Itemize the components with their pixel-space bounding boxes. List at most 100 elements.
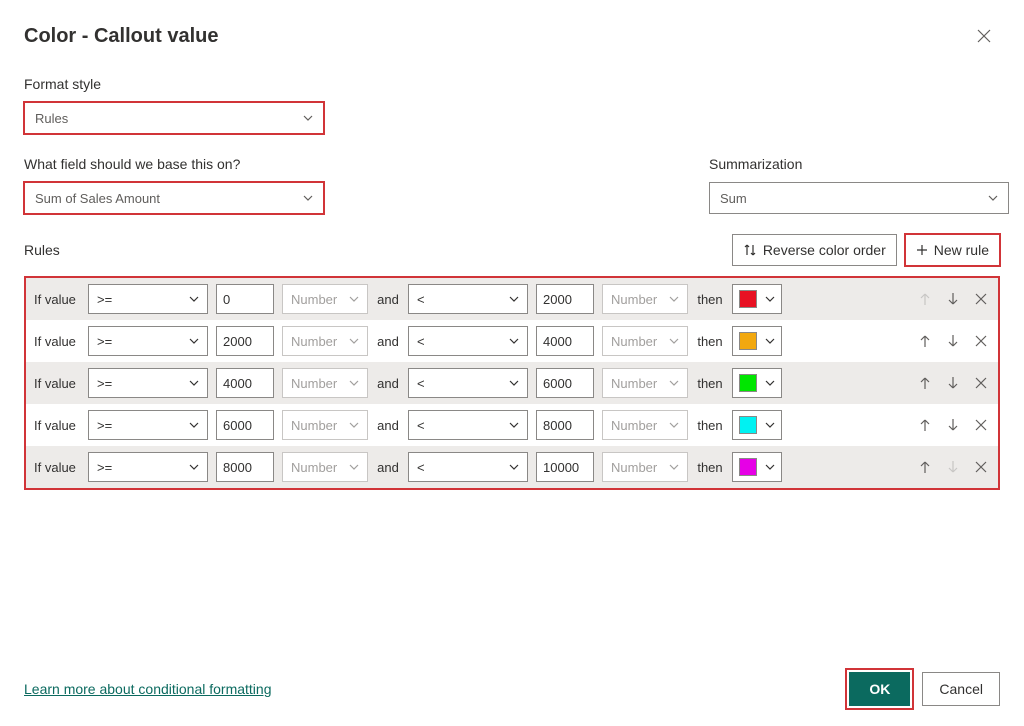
color-dropdown[interactable] xyxy=(732,326,782,356)
summarization-value: Sum xyxy=(720,191,747,206)
type1-dropdown[interactable]: Number xyxy=(282,284,368,314)
rule-actions xyxy=(916,458,990,476)
chevron-down-icon xyxy=(988,195,998,201)
close-button[interactable] xyxy=(968,20,1000,52)
color-dropdown[interactable] xyxy=(732,368,782,398)
color-dropdown[interactable] xyxy=(732,452,782,482)
move-up-button[interactable] xyxy=(916,332,934,350)
move-up-button[interactable] xyxy=(916,458,934,476)
then-label: then xyxy=(696,460,724,475)
type2-dropdown[interactable]: Number xyxy=(602,452,688,482)
type1-dropdown[interactable]: Number xyxy=(282,326,368,356)
and-label: and xyxy=(376,334,400,349)
learn-more-link[interactable]: Learn more about conditional formatting xyxy=(24,681,271,697)
rule-row: If value>=Numberand<Numberthen xyxy=(26,278,998,320)
color-swatch xyxy=(739,458,757,476)
chevron-down-icon xyxy=(189,464,199,470)
type2-dropdown[interactable]: Number xyxy=(602,284,688,314)
rules-label: Rules xyxy=(24,242,60,258)
move-down-button xyxy=(944,458,962,476)
ok-button[interactable]: OK xyxy=(849,672,910,706)
move-down-button[interactable] xyxy=(944,290,962,308)
value1-input[interactable] xyxy=(216,284,274,314)
type1-dropdown[interactable]: Number xyxy=(282,368,368,398)
operator2-dropdown[interactable]: < xyxy=(408,326,528,356)
and-label: and xyxy=(376,418,400,433)
move-up-button xyxy=(916,290,934,308)
delete-rule-button[interactable] xyxy=(972,416,990,434)
value1-input[interactable] xyxy=(216,410,274,440)
value2-input[interactable] xyxy=(536,410,594,440)
rules-header: Rules Reverse color order New rule xyxy=(24,234,1000,266)
type2-dropdown[interactable]: Number xyxy=(602,368,688,398)
if-value-label: If value xyxy=(34,376,80,391)
footer-buttons: OK Cancel xyxy=(849,672,1000,706)
move-down-button[interactable] xyxy=(944,332,962,350)
chevron-down-icon xyxy=(303,115,313,121)
delete-rule-button[interactable] xyxy=(972,374,990,392)
operator2-dropdown[interactable]: < xyxy=(408,410,528,440)
chevron-down-icon xyxy=(669,422,679,428)
type2-dropdown[interactable]: Number xyxy=(602,410,688,440)
chevron-down-icon xyxy=(189,338,199,344)
then-label: then xyxy=(696,418,724,433)
color-swatch xyxy=(739,332,757,350)
delete-rule-button[interactable] xyxy=(972,290,990,308)
delete-rule-button[interactable] xyxy=(972,332,990,350)
format-style-dropdown[interactable]: Rules xyxy=(24,102,324,134)
color-swatch xyxy=(739,290,757,308)
based-on-dropdown[interactable]: Sum of Sales Amount xyxy=(24,182,324,214)
new-rule-button[interactable]: New rule xyxy=(905,234,1000,266)
color-swatch xyxy=(739,416,757,434)
chevron-down-icon xyxy=(189,296,199,302)
chevron-down-icon xyxy=(765,464,775,470)
color-swatch xyxy=(739,374,757,392)
value2-input[interactable] xyxy=(536,326,594,356)
rules-buttons: Reverse color order New rule xyxy=(732,234,1000,266)
move-up-button[interactable] xyxy=(916,374,934,392)
operator1-dropdown[interactable]: >= xyxy=(88,410,208,440)
color-dropdown[interactable] xyxy=(732,284,782,314)
operator1-dropdown[interactable]: >= xyxy=(88,368,208,398)
operator2-dropdown[interactable]: < xyxy=(408,284,528,314)
type2-dropdown[interactable]: Number xyxy=(602,326,688,356)
delete-rule-button[interactable] xyxy=(972,458,990,476)
move-up-button[interactable] xyxy=(916,416,934,434)
move-down-button[interactable] xyxy=(944,416,962,434)
value2-input[interactable] xyxy=(536,368,594,398)
type1-dropdown[interactable]: Number xyxy=(282,410,368,440)
value2-input[interactable] xyxy=(536,452,594,482)
swap-icon xyxy=(743,243,757,257)
chevron-down-icon xyxy=(765,296,775,302)
and-label: and xyxy=(376,292,400,307)
summarization-dropdown[interactable]: Sum xyxy=(709,182,1009,214)
dialog-title: Color - Callout value xyxy=(24,25,218,48)
then-label: then xyxy=(696,376,724,391)
field-summarization-row: What field should we base this on? Sum o… xyxy=(24,156,1000,214)
close-icon xyxy=(977,29,991,43)
operator2-dropdown[interactable]: < xyxy=(408,452,528,482)
chevron-down-icon xyxy=(189,422,199,428)
chevron-down-icon xyxy=(349,422,359,428)
chevron-down-icon xyxy=(669,380,679,386)
type1-dropdown[interactable]: Number xyxy=(282,452,368,482)
operator1-dropdown[interactable]: >= xyxy=(88,452,208,482)
summarization-section: Summarization Sum xyxy=(709,156,1009,214)
move-down-button[interactable] xyxy=(944,374,962,392)
rules-list: If value>=Numberand<NumberthenIf value>=… xyxy=(24,276,1000,490)
operator2-dropdown[interactable]: < xyxy=(408,368,528,398)
cancel-button[interactable]: Cancel xyxy=(922,672,1000,706)
and-label: and xyxy=(376,376,400,391)
value1-input[interactable] xyxy=(216,452,274,482)
reverse-color-order-button[interactable]: Reverse color order xyxy=(732,234,897,266)
value1-input[interactable] xyxy=(216,368,274,398)
operator1-dropdown[interactable]: >= xyxy=(88,326,208,356)
chevron-down-icon xyxy=(189,380,199,386)
operator1-dropdown[interactable]: >= xyxy=(88,284,208,314)
based-on-value: Sum of Sales Amount xyxy=(35,191,160,206)
chevron-down-icon xyxy=(669,338,679,344)
color-dropdown[interactable] xyxy=(732,410,782,440)
value1-input[interactable] xyxy=(216,326,274,356)
chevron-down-icon xyxy=(509,422,519,428)
value2-input[interactable] xyxy=(536,284,594,314)
